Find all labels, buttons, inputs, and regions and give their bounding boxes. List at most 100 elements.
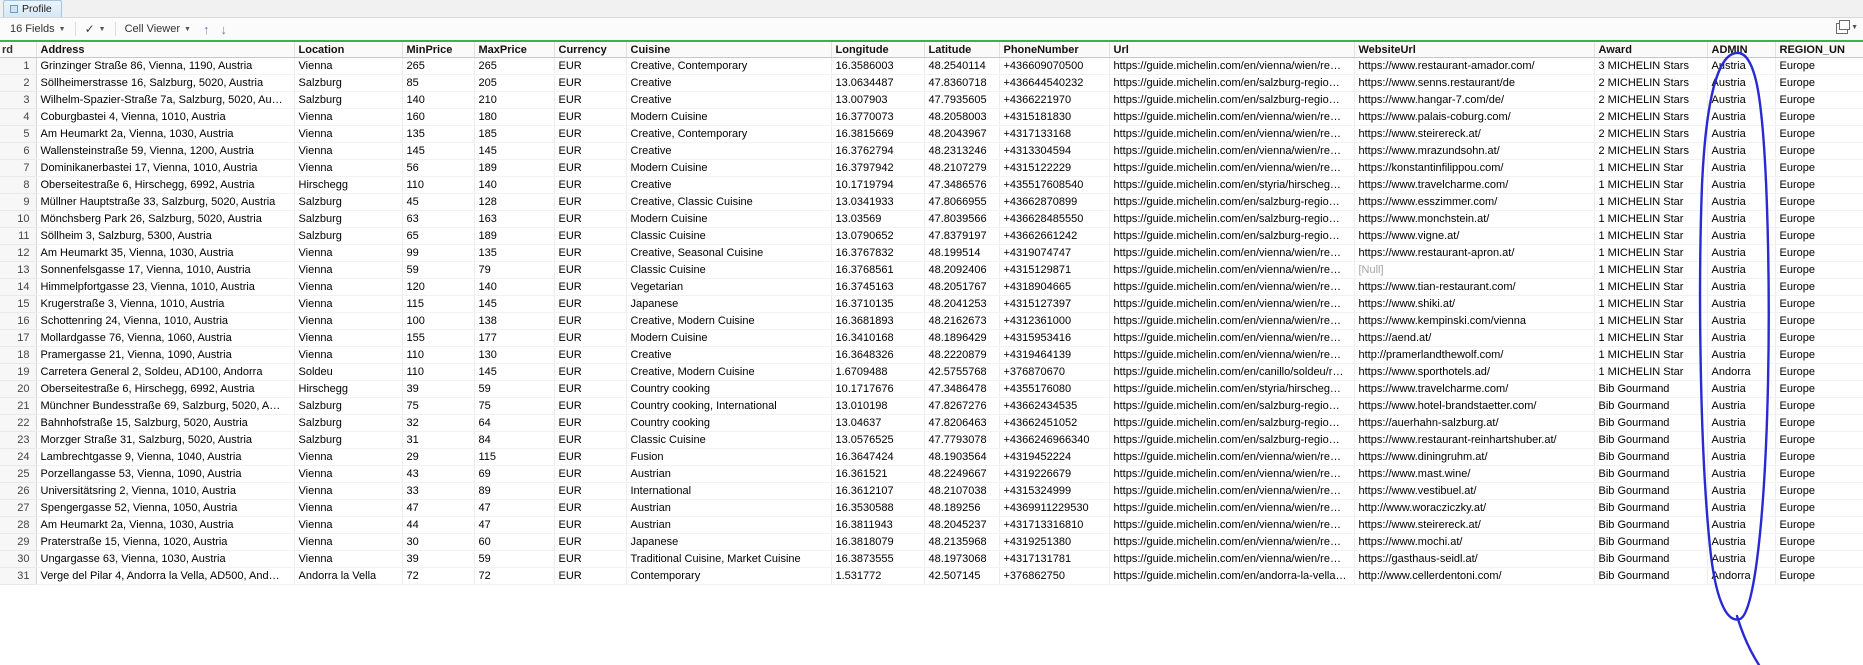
cell-minprice[interactable]: 32: [402, 414, 475, 432]
cell-minprice[interactable]: 47: [402, 499, 475, 517]
table-row[interactable]: 29 Praterstraße 15, Vienna, 1020, Austria…: [0, 533, 1863, 551]
cell-address[interactable]: Wilhelm-Spazier-Straße 7a, Salzburg, 502…: [36, 91, 295, 109]
cell-currency[interactable]: EUR: [554, 499, 627, 517]
cell-region_un[interactable]: Europe: [1775, 108, 1863, 126]
cell-location[interactable]: Vienna: [294, 499, 403, 517]
cell-admin[interactable]: Austria: [1707, 125, 1776, 143]
cell-phonenumber[interactable]: +4315953416: [999, 329, 1110, 347]
cell-cuisine[interactable]: Creative, Modern Cuisine: [626, 363, 832, 381]
table-row[interactable]: 23 Morzger Straße 31, Salzburg, 5020, Aus…: [0, 431, 1863, 449]
cell-address[interactable]: Wallensteinstraße 59, Vienna, 1200, Aust…: [36, 142, 295, 160]
row-number[interactable]: 30: [0, 550, 37, 568]
cell-websiteurl[interactable]: https://www.hotel-brandstaetter.com/: [1354, 397, 1595, 415]
cell-minprice[interactable]: 160: [402, 108, 475, 126]
cell-admin[interactable]: Austria: [1707, 346, 1776, 364]
cell-admin[interactable]: Austria: [1707, 397, 1776, 415]
cell-phonenumber[interactable]: +435517608540: [999, 176, 1110, 194]
table-row[interactable]: 31 Verge del Pilar 4, Andorra la Vella, A…: [0, 567, 1863, 585]
cell-latitude[interactable]: 47.8066955: [924, 193, 1000, 211]
table-row[interactable]: 10 Mönchsberg Park 26, Salzburg, 5020, Au…: [0, 210, 1863, 228]
cell-admin[interactable]: Austria: [1707, 482, 1776, 500]
cell-minprice[interactable]: 72: [402, 567, 475, 585]
cell-award[interactable]: 3 MICHELIN Stars: [1594, 57, 1708, 75]
cell-region_un[interactable]: Europe: [1775, 159, 1863, 177]
cell-award[interactable]: 2 MICHELIN Stars: [1594, 108, 1708, 126]
cell-region_un[interactable]: Europe: [1775, 380, 1863, 398]
cell-region_un[interactable]: Europe: [1775, 261, 1863, 279]
cell-location[interactable]: Vienna: [294, 108, 403, 126]
table-row[interactable]: 17 Mollardgasse 76, Vienna, 1060, Austria…: [0, 329, 1863, 347]
cell-address[interactable]: Verge del Pilar 4, Andorra la Vella, AD5…: [36, 567, 295, 585]
cell-websiteurl[interactable]: https://www.vigne.at/: [1354, 227, 1595, 245]
cell-currency[interactable]: EUR: [554, 57, 627, 75]
cell-minprice[interactable]: 31: [402, 431, 475, 449]
cell-award[interactable]: 1 MICHELIN Star: [1594, 227, 1708, 245]
cell-admin[interactable]: Austria: [1707, 516, 1776, 534]
column-header-websiteurl[interactable]: WebsiteUrl: [1354, 42, 1595, 58]
cell-currency[interactable]: EUR: [554, 363, 627, 381]
cell-location[interactable]: Vienna: [294, 312, 403, 330]
cell-phonenumber[interactable]: +4319251380: [999, 533, 1110, 551]
cell-currency[interactable]: EUR: [554, 176, 627, 194]
cell-admin[interactable]: Austria: [1707, 380, 1776, 398]
row-number[interactable]: 28: [0, 516, 37, 534]
cell-address[interactable]: Oberseitestraße 6, Hirschegg, 6992, Aust…: [36, 380, 295, 398]
cell-url[interactable]: https://guide.michelin.com/en/vienna/wie…: [1109, 57, 1355, 75]
cell-phonenumber[interactable]: +436628485550: [999, 210, 1110, 228]
cell-region_un[interactable]: Europe: [1775, 414, 1863, 432]
cell-currency[interactable]: EUR: [554, 227, 627, 245]
cell-maxprice[interactable]: 177: [474, 329, 555, 347]
cell-award[interactable]: Bib Gourmand: [1594, 516, 1708, 534]
cell-latitude[interactable]: 48.2162673: [924, 312, 1000, 330]
cell-longitude[interactable]: 16.3770073: [831, 108, 925, 126]
cell-admin[interactable]: Austria: [1707, 91, 1776, 109]
cell-maxprice[interactable]: 145: [474, 295, 555, 313]
cell-admin[interactable]: Austria: [1707, 278, 1776, 296]
column-header-phonenumber[interactable]: PhoneNumber: [999, 42, 1110, 58]
cell-region_un[interactable]: Europe: [1775, 516, 1863, 534]
cell-region_un[interactable]: Europe: [1775, 482, 1863, 500]
cell-admin[interactable]: Austria: [1707, 159, 1776, 177]
cell-location[interactable]: Vienna: [294, 329, 403, 347]
cell-admin[interactable]: Andorra: [1707, 567, 1776, 585]
cell-websiteurl[interactable]: https://www.travelcharme.com/: [1354, 176, 1595, 194]
cell-maxprice[interactable]: 185: [474, 125, 555, 143]
cell-currency[interactable]: EUR: [554, 159, 627, 177]
cell-url[interactable]: https://guide.michelin.com/en/vienna/wie…: [1109, 159, 1355, 177]
cell-latitude[interactable]: 48.2045237: [924, 516, 1000, 534]
cell-websiteurl[interactable]: http://www.woracziczky.at/: [1354, 499, 1595, 517]
row-number[interactable]: 9: [0, 193, 37, 211]
cell-cuisine[interactable]: Modern Cuisine: [626, 159, 832, 177]
cell-latitude[interactable]: 48.2058003: [924, 108, 1000, 126]
cell-region_un[interactable]: Europe: [1775, 448, 1863, 466]
previous-row-button[interactable]: ↑: [200, 23, 213, 36]
cell-address[interactable]: Müllner Hauptstraße 33, Salzburg, 5020, …: [36, 193, 295, 211]
cell-award[interactable]: Bib Gourmand: [1594, 414, 1708, 432]
cell-minprice[interactable]: 63: [402, 210, 475, 228]
row-number[interactable]: 10: [0, 210, 37, 228]
cell-award[interactable]: Bib Gourmand: [1594, 550, 1708, 568]
cell-cuisine[interactable]: Country cooking, International: [626, 397, 832, 415]
cell-region_un[interactable]: Europe: [1775, 363, 1863, 381]
cell-maxprice[interactable]: 205: [474, 74, 555, 92]
cell-longitude[interactable]: 16.3530588: [831, 499, 925, 517]
cell-cuisine[interactable]: Modern Cuisine: [626, 108, 832, 126]
cell-url[interactable]: https://guide.michelin.com/en/vienna/wie…: [1109, 482, 1355, 500]
cell-cuisine[interactable]: Creative, Contemporary: [626, 125, 832, 143]
cell-minprice[interactable]: 145: [402, 142, 475, 160]
cell-admin[interactable]: Austria: [1707, 312, 1776, 330]
cell-minprice[interactable]: 265: [402, 57, 475, 75]
cell-address[interactable]: Pramergasse 21, Vienna, 1090, Austria: [36, 346, 295, 364]
cell-cuisine[interactable]: International: [626, 482, 832, 500]
cell-region_un[interactable]: Europe: [1775, 295, 1863, 313]
cell-phonenumber[interactable]: +43662870899: [999, 193, 1110, 211]
cell-latitude[interactable]: 48.2135968: [924, 533, 1000, 551]
cell-award[interactable]: 1 MICHELIN Star: [1594, 295, 1708, 313]
cell-location[interactable]: Salzburg: [294, 414, 403, 432]
row-number[interactable]: 7: [0, 159, 37, 177]
cell-url[interactable]: https://guide.michelin.com/en/vienna/wie…: [1109, 312, 1355, 330]
cell-maxprice[interactable]: 138: [474, 312, 555, 330]
cell-location[interactable]: Vienna: [294, 278, 403, 296]
cell-maxprice[interactable]: 180: [474, 108, 555, 126]
cell-phonenumber[interactable]: +43662451052: [999, 414, 1110, 432]
